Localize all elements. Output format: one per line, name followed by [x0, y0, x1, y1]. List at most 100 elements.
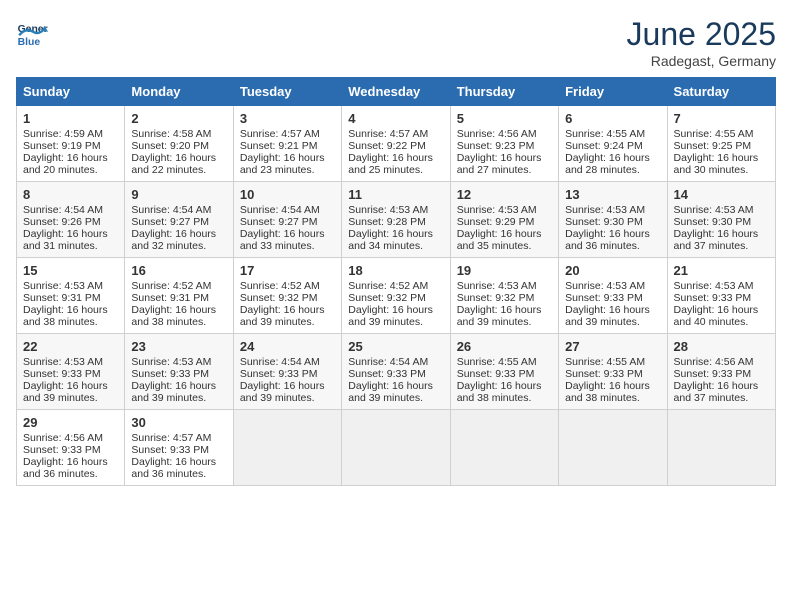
daylight-line1: Daylight: 16 hours [565, 304, 650, 316]
day-number: 12 [457, 187, 552, 202]
calendar-cell: 3 Sunrise: 4:57 AM Sunset: 9:21 PM Dayli… [233, 106, 341, 182]
calendar-cell: 16 Sunrise: 4:52 AM Sunset: 9:31 PM Dayl… [125, 258, 233, 334]
sunrise-line: Sunrise: 4:53 AM [348, 204, 428, 216]
svg-text:Blue: Blue [18, 37, 41, 48]
day-number: 30 [131, 415, 226, 430]
sunrise-line: Sunrise: 4:53 AM [23, 356, 103, 368]
day-number: 15 [23, 263, 118, 278]
sunrise-line: Sunrise: 4:53 AM [674, 280, 754, 292]
day-number: 10 [240, 187, 335, 202]
location: Radegast, Germany [627, 53, 776, 69]
daylight-line2: and 39 minutes. [565, 316, 640, 328]
calendar-cell: 17 Sunrise: 4:52 AM Sunset: 9:32 PM Dayl… [233, 258, 341, 334]
sunset-line: Sunset: 9:32 PM [457, 292, 535, 304]
daylight-line1: Daylight: 16 hours [348, 304, 433, 316]
calendar-cell [342, 410, 450, 486]
daylight-line1: Daylight: 16 hours [674, 152, 759, 164]
sunset-line: Sunset: 9:31 PM [23, 292, 101, 304]
daylight-line1: Daylight: 16 hours [674, 380, 759, 392]
sunrise-line: Sunrise: 4:56 AM [23, 432, 103, 444]
sunrise-line: Sunrise: 4:59 AM [23, 128, 103, 140]
daylight-line1: Daylight: 16 hours [240, 380, 325, 392]
sunrise-line: Sunrise: 4:55 AM [565, 356, 645, 368]
day-number: 5 [457, 111, 552, 126]
calendar-cell: 18 Sunrise: 4:52 AM Sunset: 9:32 PM Dayl… [342, 258, 450, 334]
sunset-line: Sunset: 9:31 PM [131, 292, 209, 304]
weekday-header: Wednesday [342, 78, 450, 106]
daylight-line1: Daylight: 16 hours [457, 152, 542, 164]
calendar-week-row: 29 Sunrise: 4:56 AM Sunset: 9:33 PM Dayl… [17, 410, 776, 486]
sunset-line: Sunset: 9:33 PM [565, 368, 643, 380]
calendar-cell: 20 Sunrise: 4:53 AM Sunset: 9:33 PM Dayl… [559, 258, 667, 334]
sunrise-line: Sunrise: 4:53 AM [565, 204, 645, 216]
daylight-line2: and 40 minutes. [674, 316, 749, 328]
day-number: 23 [131, 339, 226, 354]
daylight-line2: and 30 minutes. [674, 164, 749, 176]
daylight-line2: and 38 minutes. [131, 316, 206, 328]
calendar-cell: 25 Sunrise: 4:54 AM Sunset: 9:33 PM Dayl… [342, 334, 450, 410]
calendar-cell [450, 410, 558, 486]
daylight-line1: Daylight: 16 hours [674, 228, 759, 240]
day-number: 20 [565, 263, 660, 278]
day-number: 26 [457, 339, 552, 354]
calendar-cell: 21 Sunrise: 4:53 AM Sunset: 9:33 PM Dayl… [667, 258, 775, 334]
calendar-cell: 2 Sunrise: 4:58 AM Sunset: 9:20 PM Dayli… [125, 106, 233, 182]
calendar-cell: 26 Sunrise: 4:55 AM Sunset: 9:33 PM Dayl… [450, 334, 558, 410]
day-number: 22 [23, 339, 118, 354]
daylight-line2: and 23 minutes. [240, 164, 315, 176]
sunset-line: Sunset: 9:21 PM [240, 140, 318, 152]
calendar-cell: 30 Sunrise: 4:57 AM Sunset: 9:33 PM Dayl… [125, 410, 233, 486]
sunrise-line: Sunrise: 4:52 AM [348, 280, 428, 292]
daylight-line2: and 27 minutes. [457, 164, 532, 176]
daylight-line1: Daylight: 16 hours [240, 228, 325, 240]
daylight-line2: and 22 minutes. [131, 164, 206, 176]
daylight-line2: and 39 minutes. [348, 392, 423, 404]
sunset-line: Sunset: 9:33 PM [565, 292, 643, 304]
daylight-line2: and 33 minutes. [240, 240, 315, 252]
day-number: 11 [348, 187, 443, 202]
sunrise-line: Sunrise: 4:54 AM [348, 356, 428, 368]
daylight-line2: and 28 minutes. [565, 164, 640, 176]
weekday-header: Monday [125, 78, 233, 106]
sunset-line: Sunset: 9:24 PM [565, 140, 643, 152]
daylight-line1: Daylight: 16 hours [131, 380, 216, 392]
sunrise-line: Sunrise: 4:53 AM [131, 356, 211, 368]
calendar-cell: 24 Sunrise: 4:54 AM Sunset: 9:33 PM Dayl… [233, 334, 341, 410]
daylight-line2: and 39 minutes. [348, 316, 423, 328]
daylight-line1: Daylight: 16 hours [23, 152, 108, 164]
calendar-table: SundayMondayTuesdayWednesdayThursdayFrid… [16, 77, 776, 486]
daylight-line1: Daylight: 16 hours [565, 152, 650, 164]
day-number: 24 [240, 339, 335, 354]
daylight-line1: Daylight: 16 hours [131, 456, 216, 468]
sunrise-line: Sunrise: 4:53 AM [457, 204, 537, 216]
calendar-cell: 23 Sunrise: 4:53 AM Sunset: 9:33 PM Dayl… [125, 334, 233, 410]
sunrise-line: Sunrise: 4:55 AM [674, 128, 754, 140]
sunset-line: Sunset: 9:33 PM [457, 368, 535, 380]
sunset-line: Sunset: 9:33 PM [674, 368, 752, 380]
sunset-line: Sunset: 9:22 PM [348, 140, 426, 152]
calendar-cell: 4 Sunrise: 4:57 AM Sunset: 9:22 PM Dayli… [342, 106, 450, 182]
sunrise-line: Sunrise: 4:54 AM [131, 204, 211, 216]
sunset-line: Sunset: 9:27 PM [131, 216, 209, 228]
daylight-line1: Daylight: 16 hours [23, 304, 108, 316]
sunset-line: Sunset: 9:23 PM [457, 140, 535, 152]
sunrise-line: Sunrise: 4:56 AM [457, 128, 537, 140]
sunset-line: Sunset: 9:26 PM [23, 216, 101, 228]
day-number: 16 [131, 263, 226, 278]
sunset-line: Sunset: 9:32 PM [240, 292, 318, 304]
sunset-line: Sunset: 9:29 PM [457, 216, 535, 228]
daylight-line2: and 39 minutes. [131, 392, 206, 404]
calendar-week-row: 1 Sunrise: 4:59 AM Sunset: 9:19 PM Dayli… [17, 106, 776, 182]
daylight-line2: and 31 minutes. [23, 240, 98, 252]
weekday-header: Sunday [17, 78, 125, 106]
calendar-cell: 13 Sunrise: 4:53 AM Sunset: 9:30 PM Dayl… [559, 182, 667, 258]
sunset-line: Sunset: 9:28 PM [348, 216, 426, 228]
sunrise-line: Sunrise: 4:58 AM [131, 128, 211, 140]
daylight-line1: Daylight: 16 hours [348, 152, 433, 164]
day-number: 6 [565, 111, 660, 126]
day-number: 4 [348, 111, 443, 126]
day-number: 17 [240, 263, 335, 278]
daylight-line2: and 39 minutes. [457, 316, 532, 328]
daylight-line2: and 25 minutes. [348, 164, 423, 176]
daylight-line1: Daylight: 16 hours [131, 152, 216, 164]
